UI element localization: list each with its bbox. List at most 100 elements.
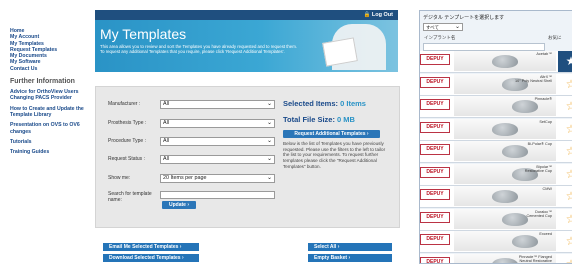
star-icon[interactable]: ☆ [558,209,572,230]
selected-items-label: Selected Items: [283,99,338,108]
implant-name: Bi-Polar® Cup [528,142,552,146]
depuy-logo: DEPUY [420,144,450,155]
implant-thumbnail: AltrX™ 10° Poly Neutral Shell [454,74,556,94]
manufacturer-select[interactable]: All⌄ [160,100,275,109]
request-templates-label: Request Additional Templates [294,131,365,137]
chevron-down-icon: ⌄ [267,175,272,182]
implant-image [492,258,518,264]
implant-name: Bipolar™ Restorative Cup [525,165,552,173]
templates-info-text: Below is the list of Templates you have … [283,141,389,170]
window-title: デジタル テンプレートを選択します [423,14,504,21]
download-selected-button[interactable]: Download Selected Templates › [103,254,199,262]
implant-name: Exceed [539,232,552,236]
implant-name: Pinnacle® [535,97,552,101]
implant-row[interactable]: DEPUYExceed☆ [419,231,572,253]
star-icon[interactable]: ☆ [558,141,572,162]
further-info-heading: Further Information [10,78,92,85]
sidebar-link[interactable]: Presentation on OVS to OV6 changes [10,122,92,135]
sidebar-link[interactable]: Advice for OrthoView Users Changing PACS… [10,89,92,102]
prosthesis-type-label: Prosthesis Type : [108,120,146,126]
depuy-logo: DEPUY [420,257,450,264]
chevron-right-icon: › [187,202,189,208]
implant-row[interactable]: DEPUYDuraloc™ Cemented Cup☆ [419,209,572,231]
show-me-select[interactable]: 20 Items per page ⌄ [160,174,275,183]
prosthesis-type-select[interactable]: All ⌄ [160,119,275,128]
implant-thumbnail: Bipolar™ Restorative Cup [454,164,556,184]
chevron-right-icon: › [182,255,184,261]
selected-items: Selected Items: 0 Items [283,99,366,108]
implant-row[interactable]: DEPUY Bi-Polar® Cup ☆ [419,141,572,163]
implant-name: Pinnacle™ Flanged Neutral Restorative [519,255,552,263]
star-icon[interactable]: ☆ [558,74,572,95]
show-me-value: 20 Items per page [163,175,206,181]
implant-name: Duraloc™ Cemented Cup [526,210,552,218]
manufacturer-label: Manufacturer : [108,101,140,107]
window-list-search[interactable] [423,43,545,51]
implant-thumbnail: Pinnacle™ Flanged Neutral Restorative [454,254,556,264]
star-icon[interactable]: ☆ [558,119,572,140]
sidebar-link[interactable]: How to Create and Update the Template Li… [10,106,92,119]
implant-row[interactable]: DEPUYPinnacle®☆ [419,96,572,118]
implant-thumbnail: Duraloc™ Cemented Cup [454,209,556,229]
update-button[interactable]: Update › [162,201,196,209]
lock-icon: 🔒 [364,12,371,18]
email-selected-button[interactable]: Email Me Selected Templates › [103,243,199,251]
chevron-right-icon: › [348,255,350,261]
implant-thumbnail: SetCup [454,119,556,139]
implant-thumbnail: Bi-Polar® Cup [454,141,556,161]
selected-items-value: 0 Items [340,99,366,108]
star-icon[interactable]: ☆ [558,96,572,117]
page-title: My Templates [100,26,186,42]
implant-thumbnail: Exceed [454,231,556,251]
implant-row[interactable]: DEPUY Pinnacle™ Flanged Neutral Restorati… [419,254,572,264]
select-all-button[interactable]: Select All › [308,243,392,251]
implant-row[interactable]: DEPUYAltrX™ 10° Poly Neutral Shell☆ [419,74,572,96]
window-filter-select[interactable]: すべて⌄ [423,23,463,31]
implant-thumbnail: CMW [454,186,556,206]
implant-row[interactable]: DEPUYAcetab™★ [419,51,572,73]
sidebar-link[interactable]: Contact Us [10,66,92,72]
implant-name: Acetab™ [536,52,552,56]
chevron-right-icon: › [338,244,340,250]
chevron-down-icon: ⌄ [267,120,272,127]
doctor-illustration [308,22,394,70]
window-filter-value: すべて [426,25,439,30]
chevron-down-icon: ⌄ [267,101,272,108]
file-size-value: 0 MB [337,115,355,124]
procedure-type-label: Procedure Type : [108,138,146,144]
request-status-select[interactable]: All⌄ [160,155,275,164]
implant-thumbnail: Pinnacle® [454,96,556,116]
star-icon[interactable]: ☆ [558,186,572,207]
page-description: This area allows you to review and sort … [100,44,300,55]
implant-thumbnail: Acetab™ [454,51,556,71]
empty-basket-button[interactable]: Empty Basket › [308,254,392,262]
depuy-logo: DEPUY [420,189,450,200]
star-icon[interactable]: ☆ [558,231,572,252]
column-header-name: インプラント名 [424,35,455,41]
implant-image [492,123,518,136]
implant-image [512,235,538,248]
implant-name: CMW [543,187,553,191]
page-banner: My Templates This area allows you to rev… [95,20,398,72]
star-icon[interactable]: ★ [558,51,572,72]
chevron-right-icon: › [367,131,369,137]
search-input[interactable] [160,191,275,199]
implant-image [502,213,528,226]
implant-image [492,190,518,203]
star-icon[interactable]: ☆ [558,164,572,185]
show-me-label: Show me: [108,175,130,181]
implant-row[interactable]: DEPUY CMW ☆ [419,186,572,208]
implant-row[interactable]: DEPUY Bipolar™ Restorative Cup ☆ [419,164,572,186]
logout-link[interactable]: 🔒 Log Out [364,12,393,18]
star-icon[interactable]: ☆ [558,254,572,264]
implant-row[interactable]: DEPUYSetCup☆ [419,119,572,141]
empty-basket-label: Empty Basket [314,255,347,261]
top-bar: 🔒 Log Out [95,10,398,20]
request-additional-templates-button[interactable]: Request Additional Templates › [283,130,380,138]
prosthesis-type-value: All [163,120,169,126]
chevron-down-icon: ⌄ [267,138,272,145]
procedure-type-select[interactable]: All⌄ [160,137,275,146]
column-header-favorite: お気に [548,35,562,41]
select-all-label: Select All [314,244,336,250]
depuy-logo: DEPUY [420,167,450,178]
